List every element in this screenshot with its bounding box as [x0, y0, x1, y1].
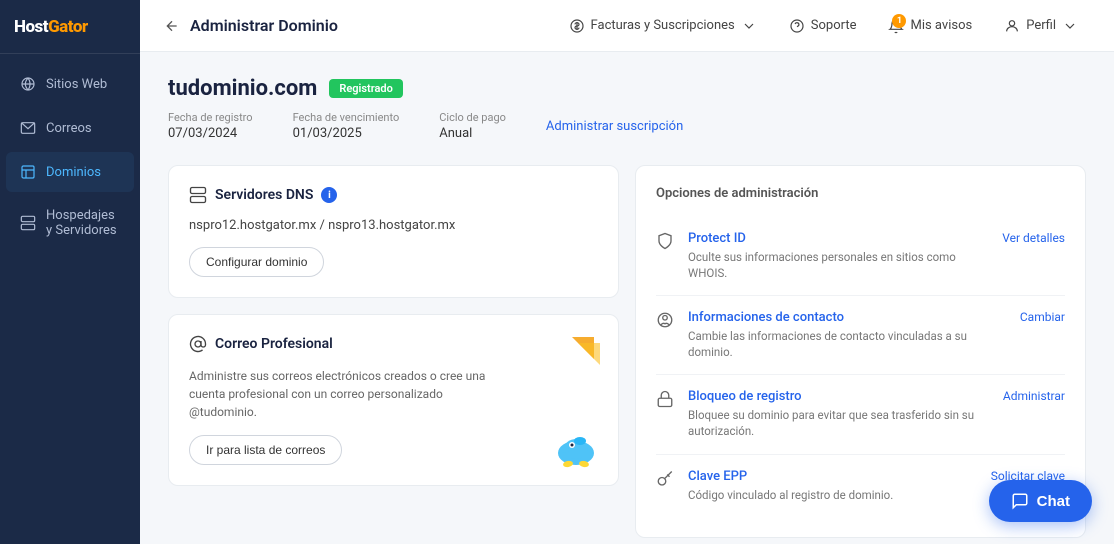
mail-card-desc: Administre sus correos electrónicos crea…	[189, 367, 496, 421]
protect-id-content: Protect ID Oculte sus informaciones pers…	[688, 231, 990, 281]
notification-wrap: 1	[888, 18, 904, 34]
domain-status-badge: Registrado	[329, 79, 402, 98]
meta-ciclo-label: Ciclo de pago	[439, 111, 506, 124]
arrow-left-icon	[164, 18, 180, 34]
server-icon	[20, 215, 36, 231]
domain-meta: Fecha de registro 07/03/2024 Fecha de ve…	[168, 111, 1086, 141]
soporte-label: Soporte	[811, 18, 857, 33]
chevron-down-icon-perfil	[1062, 18, 1078, 34]
meta-ciclo: Ciclo de pago Anual	[439, 111, 506, 141]
sidebar-item-correos[interactable]: Correos	[6, 108, 134, 148]
domain-header: tudominio.com Registrado	[168, 76, 1086, 101]
user-circle-icon	[656, 311, 674, 329]
meta-registro: Fecha de registro 07/03/2024	[168, 111, 253, 141]
sidebar-item-hospedajes[interactable]: Hospedajes y Servidores	[6, 196, 134, 250]
perfil-label: Perfil	[1026, 18, 1056, 33]
dns-card: Servidores DNS i nspro12.hostgator.mx / …	[168, 165, 619, 298]
meta-ciclo-value: Anual	[439, 126, 506, 141]
mail-card: Correo Profesional Administre sus correo…	[168, 314, 619, 486]
domain-name: tudominio.com	[168, 76, 317, 101]
bloqueo-content: Bloqueo de registro Bloquee su dominio p…	[688, 389, 991, 439]
facturas-menu[interactable]: Facturas y Suscripciones	[557, 12, 769, 40]
notification-badge: 1	[892, 14, 906, 28]
sidebar-item-label: Dominios	[46, 165, 101, 180]
left-column: Servidores DNS i nspro12.hostgator.mx / …	[168, 165, 619, 538]
chevron-down-icon	[741, 18, 757, 34]
bloqueo-desc: Bloquee su dominio para evitar que sea t…	[688, 407, 991, 439]
contacto-content: Informaciones de contacto Cambie las inf…	[688, 310, 1008, 360]
sidebar: HostGator Sitios Web Correos Dominios Ho…	[0, 0, 140, 544]
shield-icon	[656, 232, 674, 250]
protect-id-desc: Oculte sus informaciones personales en s…	[688, 249, 990, 281]
gator-illustration	[544, 417, 608, 471]
clave-epp-desc: Código vinculado al registro de dominio.	[688, 487, 979, 503]
bloqueo-title: Bloqueo de registro	[688, 389, 991, 404]
user-icon	[1004, 18, 1020, 34]
contacto-title: Informaciones de contacto	[688, 310, 1008, 325]
ir-lista-correos-button[interactable]: Ir para lista de correos	[189, 435, 342, 465]
lock-icon	[656, 390, 674, 408]
back-button[interactable]: Administrar Dominio	[164, 16, 338, 35]
dns-card-title: Servidores DNS i	[189, 186, 598, 204]
perfil-menu[interactable]: Perfil	[992, 12, 1090, 40]
contacto-desc: Cambie las informaciones de contacto vin…	[688, 328, 1008, 360]
meta-registro-value: 07/03/2024	[168, 126, 253, 141]
clave-epp-title: Clave EPP	[688, 469, 979, 484]
dns-info-icon[interactable]: i	[321, 187, 337, 203]
sidebar-item-label: Hospedajes y Servidores	[46, 208, 120, 238]
two-col-layout: Servidores DNS i nspro12.hostgator.mx / …	[168, 165, 1086, 538]
help-circle-icon	[789, 18, 805, 34]
meta-registro-label: Fecha de registro	[168, 111, 253, 124]
mail-icon	[20, 120, 36, 136]
chat-icon	[1011, 492, 1029, 510]
configurar-dominio-button[interactable]: Configurar dominio	[189, 247, 324, 277]
protect-id-link[interactable]: Ver detalles	[1002, 231, 1065, 245]
key-icon-wrap	[656, 470, 676, 490]
admin-option-contacto: Informaciones de contacto Cambie las inf…	[656, 296, 1065, 375]
user-icon-wrap	[656, 311, 676, 331]
sidebar-item-label: Correos	[46, 121, 92, 136]
soporte-menu[interactable]: Soporte	[777, 12, 869, 40]
clave-epp-content: Clave EPP Código vinculado al registro d…	[688, 469, 979, 503]
avisos-menu[interactable]: 1 Mis avisos	[876, 12, 984, 40]
page-title: Administrar Dominio	[190, 16, 338, 35]
sidebar-item-label: Sitios Web	[46, 77, 107, 92]
meta-vencimiento: Fecha de vencimiento 01/03/2025	[293, 111, 400, 141]
admin-option-bloqueo: Bloqueo de registro Bloquee su dominio p…	[656, 375, 1065, 454]
globe-icon	[20, 76, 36, 92]
page-content: tudominio.com Registrado Fecha de regist…	[140, 52, 1114, 544]
server-dns-icon	[189, 186, 207, 204]
shield-icon-wrap	[656, 232, 676, 252]
lock-icon-wrap	[656, 390, 676, 410]
main-content: Administrar Dominio Facturas y Suscripci…	[140, 0, 1114, 544]
bloqueo-link[interactable]: Administrar	[1003, 389, 1065, 403]
chat-label: Chat	[1037, 493, 1070, 510]
chat-button[interactable]: Chat	[989, 480, 1092, 522]
avisos-label: Mis avisos	[910, 18, 972, 33]
mail-card-decoration	[564, 329, 602, 371]
meta-vencimiento-value: 01/03/2025	[293, 126, 400, 141]
admin-options-title: Opciones de administración	[656, 186, 1065, 201]
key-icon	[656, 470, 674, 488]
facturas-label: Facturas y Suscripciones	[591, 18, 735, 33]
meta-vencimiento-label: Fecha de vencimiento	[293, 111, 400, 124]
protect-id-title: Protect ID	[688, 231, 990, 246]
at-sign-icon	[189, 335, 207, 353]
mail-card-title: Correo Profesional	[189, 335, 598, 353]
logo: HostGator	[0, 0, 140, 54]
sidebar-item-sitios-web[interactable]: Sitios Web	[6, 64, 134, 104]
admin-option-protect-id: Protect ID Oculte sus informaciones pers…	[656, 217, 1065, 296]
sidebar-item-dominios[interactable]: Dominios	[6, 152, 134, 192]
layers-icon	[20, 164, 36, 180]
yellow-arrow-icon	[564, 329, 602, 367]
dollar-icon	[569, 18, 585, 34]
dns-servers-text: nspro12.hostgator.mx / nspro13.hostgator…	[189, 218, 598, 233]
gator-mascot	[544, 417, 608, 475]
administrar-suscripcion-link[interactable]: Administrar suscripción	[546, 119, 683, 134]
contacto-link[interactable]: Cambiar	[1020, 310, 1065, 324]
top-nav: Administrar Dominio Facturas y Suscripci…	[140, 0, 1114, 52]
